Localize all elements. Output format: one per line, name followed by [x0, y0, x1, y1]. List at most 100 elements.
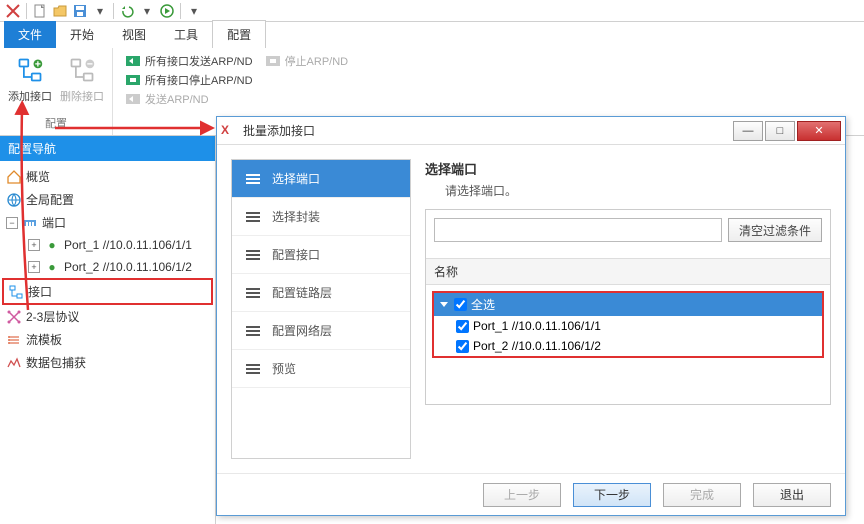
port-label: Port_2 //10.0.11.106/1/2	[473, 339, 601, 353]
tree-label: 端口	[42, 214, 66, 231]
undo-icon[interactable]	[118, 2, 136, 20]
template-icon	[6, 332, 22, 348]
step-config-interface[interactable]: 配置接口	[232, 236, 410, 274]
tree-item-template[interactable]: 流模板	[2, 328, 213, 351]
bulk-add-interface-dialog: X 批量添加接口 — □ ✕ 选择端口 选择封装 配置接口 配置链路层 配置网络…	[216, 116, 846, 516]
menu-tab-file[interactable]: 文件	[4, 21, 56, 48]
hamburger-icon	[246, 212, 260, 222]
close-button[interactable]: ✕	[797, 121, 841, 141]
expand-icon[interactable]: +	[28, 261, 40, 273]
port-row[interactable]: Port_2 //10.0.11.106/1/2	[434, 336, 822, 356]
open-folder-icon[interactable]	[51, 2, 69, 20]
dialog-titlebar[interactable]: X 批量添加接口 — □ ✕	[217, 117, 845, 145]
port-selection-box: 清空过滤条件 名称 全选 Port_1 //10.0.11.106/	[425, 209, 831, 405]
tree-item-port1[interactable]: + ● Port_1 //10.0.11.106/1/1	[2, 234, 213, 256]
overflow-icon[interactable]: ▾	[185, 2, 203, 20]
tree-label: 全局配置	[26, 191, 74, 208]
dialog-logo-icon: X	[221, 123, 237, 139]
add-interface-label: 添加接口	[8, 88, 52, 104]
port-row[interactable]: Port_1 //10.0.11.106/1/1	[434, 316, 822, 336]
step-label: 配置链路层	[272, 284, 332, 301]
tree-item-capture[interactable]: 数据包捕获	[2, 351, 213, 374]
stop-arp-all-button[interactable]: 所有接口停止ARP/ND	[121, 71, 257, 89]
tree-label: 2-3层协议	[26, 308, 79, 325]
dialog-footer: 上一步 下一步 完成 退出	[217, 473, 845, 515]
delete-interface-label: 删除接口	[60, 88, 104, 104]
step-label: 预览	[272, 360, 296, 377]
menu-tab-config[interactable]: 配置	[212, 20, 266, 48]
wizard-content: 选择端口 请选择端口。 清空过滤条件 名称 全选	[425, 159, 831, 459]
separator	[26, 3, 27, 19]
tree-item-port2[interactable]: + ● Port_2 //10.0.11.106/1/2	[2, 256, 213, 278]
tree-label: 流模板	[26, 331, 62, 348]
minimize-button[interactable]: —	[733, 121, 763, 141]
home-icon	[6, 169, 22, 185]
hamburger-icon	[246, 364, 260, 374]
status-dot-icon: ●	[44, 259, 60, 275]
select-all-label: 全选	[471, 296, 495, 313]
clear-filter-button[interactable]: 清空过滤条件	[728, 218, 822, 242]
stop-arp-label: 停止ARP/ND	[285, 53, 349, 69]
next-button[interactable]: 下一步	[573, 483, 651, 507]
select-all-row[interactable]: 全选	[434, 293, 822, 316]
tree-item-overview[interactable]: 概览	[2, 165, 213, 188]
menu-tab-tools[interactable]: 工具	[160, 21, 212, 48]
separator	[180, 3, 181, 19]
tree-label: 概览	[26, 168, 50, 185]
step-select-port[interactable]: 选择端口	[232, 160, 410, 198]
step-preview[interactable]: 预览	[232, 350, 410, 388]
nav-tree: 概览 全局配置 − 端口 + ● Port_1 //10.0.11.106/1/…	[0, 161, 215, 378]
hamburger-icon	[246, 288, 260, 298]
new-file-icon[interactable]	[31, 2, 49, 20]
nav-panel: 配置导航 概览 全局配置 − 端口 + ● Port_1 //10.0.11.1…	[0, 136, 216, 524]
select-all-checkbox[interactable]	[454, 298, 467, 311]
save-dropdown-icon[interactable]: ▾	[91, 2, 109, 20]
ribbon-group-config: 添加接口 删除接口 配置	[0, 48, 113, 135]
filter-input[interactable]	[434, 218, 722, 242]
tree-label: Port_2 //10.0.11.106/1/2	[64, 260, 192, 274]
send-arp-button: 发送ARP/ND	[121, 90, 257, 108]
menu-bar: 文件 开始 视图 工具 配置	[0, 22, 864, 48]
port-label: Port_1 //10.0.11.106/1/1	[473, 319, 601, 333]
separator	[113, 3, 114, 19]
tree-item-ports[interactable]: − 端口	[2, 211, 213, 234]
logo-x-icon	[4, 2, 22, 20]
delete-interface-button: 删除接口	[58, 50, 106, 104]
prev-button: 上一步	[483, 483, 561, 507]
step-config-network[interactable]: 配置网络层	[232, 312, 410, 350]
dialog-title: 批量添加接口	[243, 122, 731, 139]
step-label: 选择端口	[272, 170, 320, 187]
step-content-title: 选择端口	[425, 159, 831, 178]
step-select-encap[interactable]: 选择封装	[232, 198, 410, 236]
interface-icon	[8, 284, 24, 300]
send-arp-all-button[interactable]: 所有接口发送ARP/ND	[121, 52, 257, 70]
step-label: 选择封装	[272, 208, 320, 225]
collapse-icon[interactable]: −	[6, 217, 18, 229]
chevron-down-icon	[440, 302, 448, 307]
quick-access-toolbar: ▾ ▾ ▾	[0, 0, 864, 22]
tree-item-global[interactable]: 全局配置	[2, 188, 213, 211]
run-icon[interactable]	[158, 2, 176, 20]
step-content-desc: 请选择端口。	[425, 182, 831, 199]
step-config-link[interactable]: 配置链路层	[232, 274, 410, 312]
tree-label: 接口	[28, 283, 52, 300]
save-icon[interactable]	[71, 2, 89, 20]
exit-button[interactable]: 退出	[753, 483, 831, 507]
port-list-panel: 全选 Port_1 //10.0.11.106/1/1 Port_2 //10.…	[432, 291, 824, 358]
menu-tab-view[interactable]: 视图	[108, 21, 160, 48]
hamburger-icon	[246, 250, 260, 260]
stop-arp-all-label: 所有接口停止ARP/ND	[145, 72, 253, 88]
port-checkbox[interactable]	[456, 340, 469, 353]
expand-icon[interactable]: +	[28, 239, 40, 251]
maximize-button[interactable]: □	[765, 121, 795, 141]
tree-item-interface[interactable]: 接口	[2, 278, 213, 305]
status-dot-icon: ●	[44, 237, 60, 253]
port-list-header: 名称	[426, 259, 830, 285]
tree-item-protocol[interactable]: 2-3层协议	[2, 305, 213, 328]
wizard-step-list: 选择端口 选择封装 配置接口 配置链路层 配置网络层 预览	[231, 159, 411, 459]
menu-tab-start[interactable]: 开始	[56, 21, 108, 48]
port-checkbox[interactable]	[456, 320, 469, 333]
hamburger-icon	[246, 174, 260, 184]
redo-dropdown-icon[interactable]: ▾	[138, 2, 156, 20]
add-interface-button[interactable]: 添加接口	[6, 50, 54, 104]
